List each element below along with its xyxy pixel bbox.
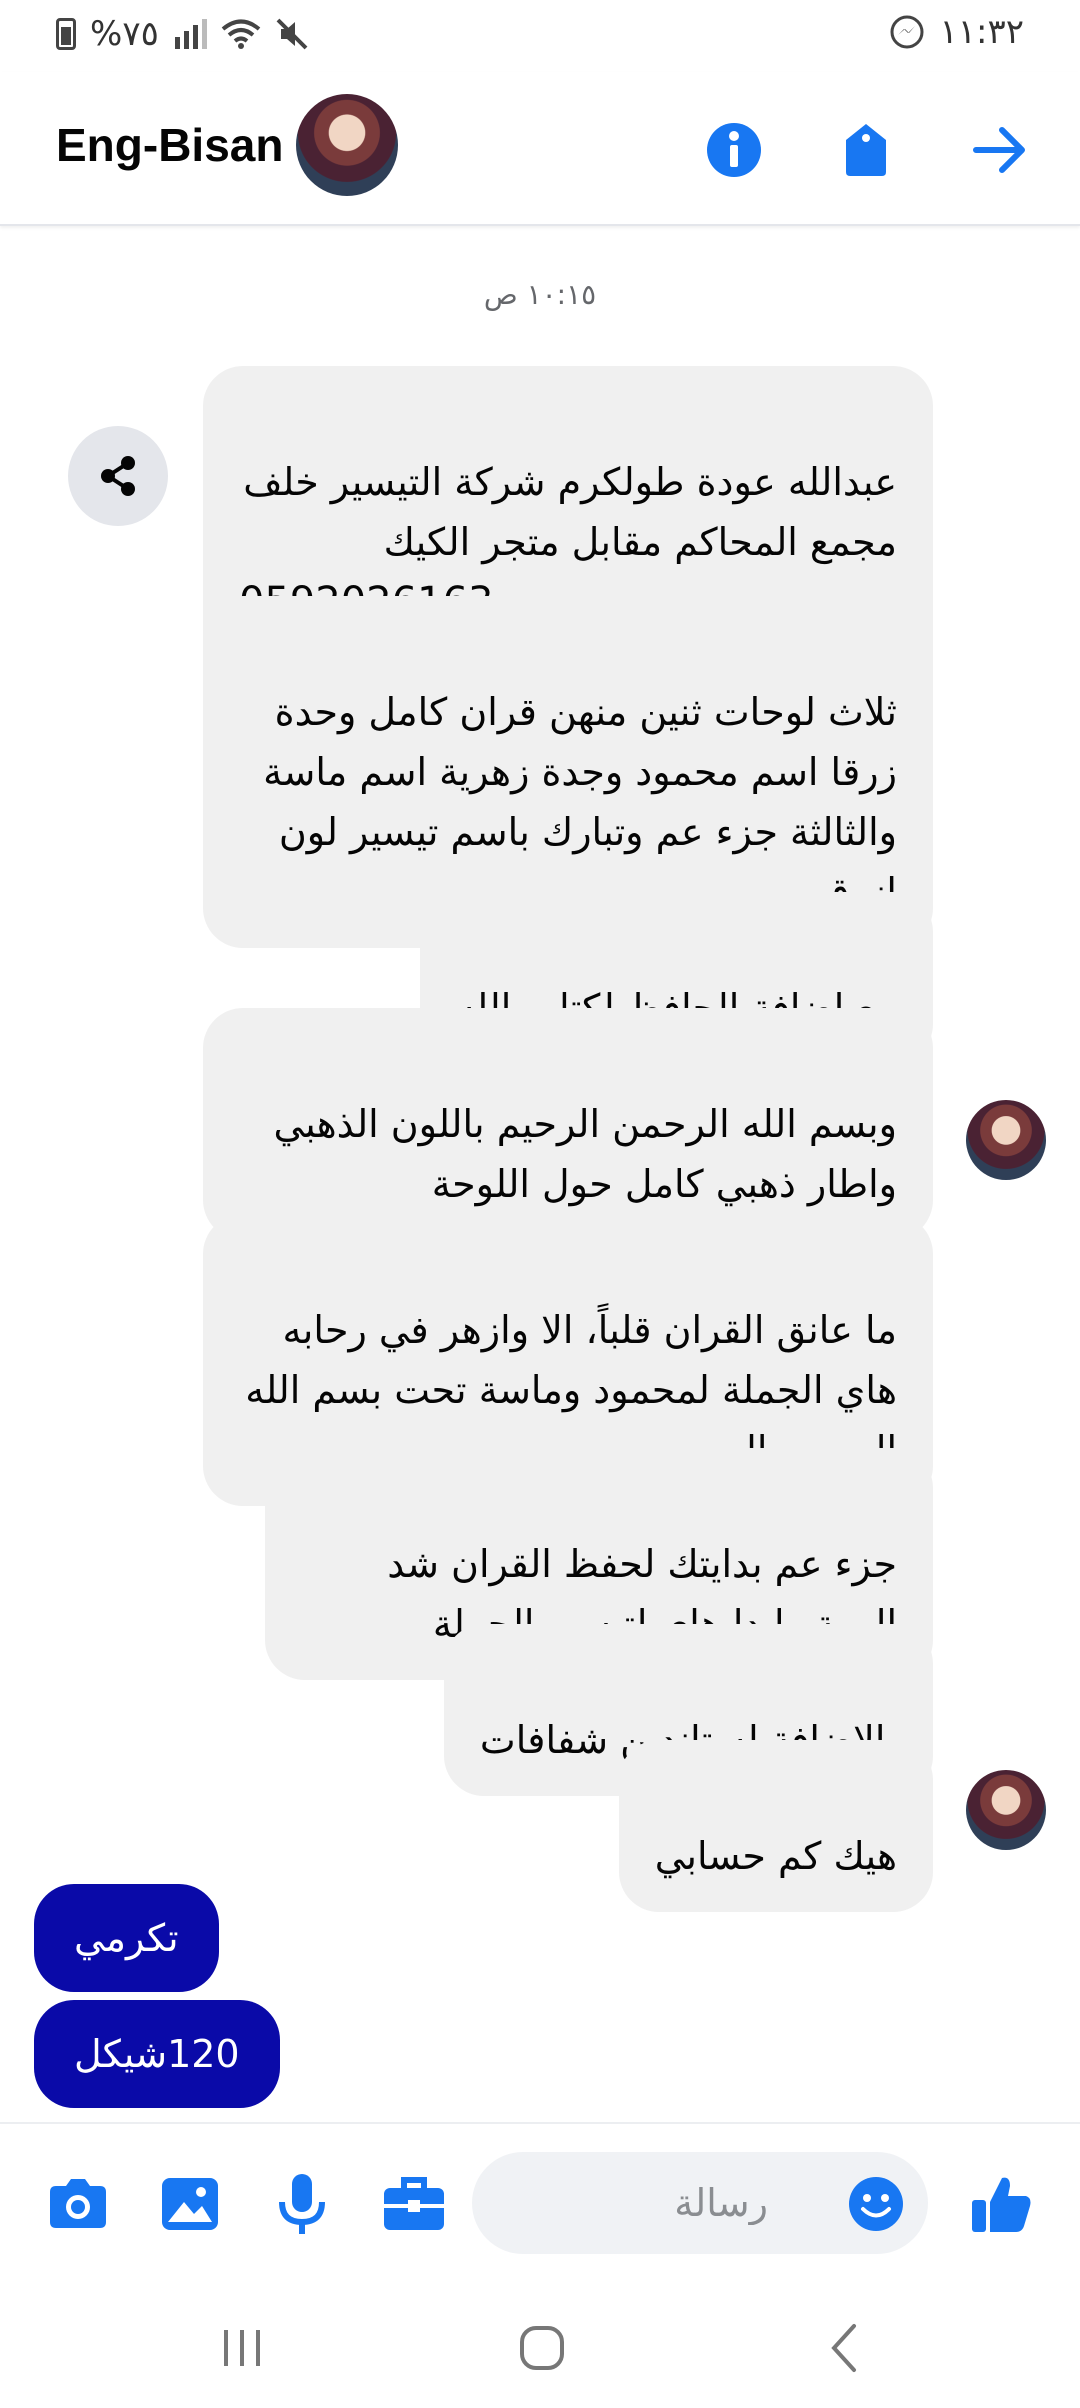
gallery-icon[interactable]: [154, 2168, 226, 2240]
battery-level: %٧٥: [90, 14, 159, 54]
emoji-icon[interactable]: [848, 2176, 904, 2232]
message-text: عبدالله عودة طولكرم شركة التيسير خلف مجم…: [243, 460, 897, 564]
message-thread[interactable]: ١٠:١٥ ص عبدالله عودة طولكرم شركة التيسير…: [0, 226, 1080, 2120]
message-text: هيك كم حسابي: [654, 1834, 897, 1878]
received-message[interactable]: وبسم الله الرحمن الرحيم باللون الذهبي وا…: [203, 1008, 933, 1240]
sent-message[interactable]: 120شيكل: [34, 2000, 280, 2108]
contact-name[interactable]: Eng-Bisan: [56, 118, 283, 172]
conversation-header: Eng-Bisan: [0, 72, 1080, 226]
mute-icon: [276, 18, 308, 50]
share-icon: [101, 456, 135, 496]
sender-avatar[interactable]: [966, 1770, 1046, 1850]
tag-icon[interactable]: [836, 120, 896, 180]
back-arrow-icon[interactable]: [970, 120, 1030, 180]
info-icon[interactable]: [704, 120, 764, 180]
received-message[interactable]: هيك كم حسابي: [618, 1740, 933, 1912]
camera-icon[interactable]: [42, 2168, 114, 2240]
message-timestamp: ١٠:١٥ ص: [483, 278, 597, 311]
status-left: %٧٥: [56, 14, 309, 54]
briefcase-icon[interactable]: [378, 2168, 450, 2240]
wifi-icon: [221, 19, 261, 49]
back-icon[interactable]: [816, 2318, 876, 2378]
message-composer: [0, 2122, 1080, 2284]
battery-icon: [56, 18, 76, 50]
status-time: ١١:٣٢: [939, 12, 1024, 52]
home-icon[interactable]: [512, 2318, 572, 2378]
status-bar: %٧٥ ١١:٣٢: [0, 0, 1080, 72]
message-text: وبسم الله الرحمن الرحيم باللون الذهبي وا…: [273, 1102, 897, 1206]
share-button[interactable]: [68, 426, 168, 526]
message-text: ثلاث لوحات ثنين منهن قران كامل وحدة زرقا…: [263, 690, 897, 914]
status-right: ١١:٣٢: [889, 12, 1024, 52]
messenger-icon: [890, 15, 924, 49]
microphone-icon[interactable]: [266, 2168, 338, 2240]
sender-avatar[interactable]: [966, 1100, 1046, 1180]
recent-apps-icon[interactable]: [212, 2318, 272, 2378]
signal-icon: [174, 19, 207, 49]
contact-avatar[interactable]: [296, 94, 398, 196]
sent-message[interactable]: تكرمي: [34, 1884, 219, 1992]
system-navigation-bar: [0, 2282, 1080, 2408]
like-icon[interactable]: [966, 2168, 1038, 2240]
